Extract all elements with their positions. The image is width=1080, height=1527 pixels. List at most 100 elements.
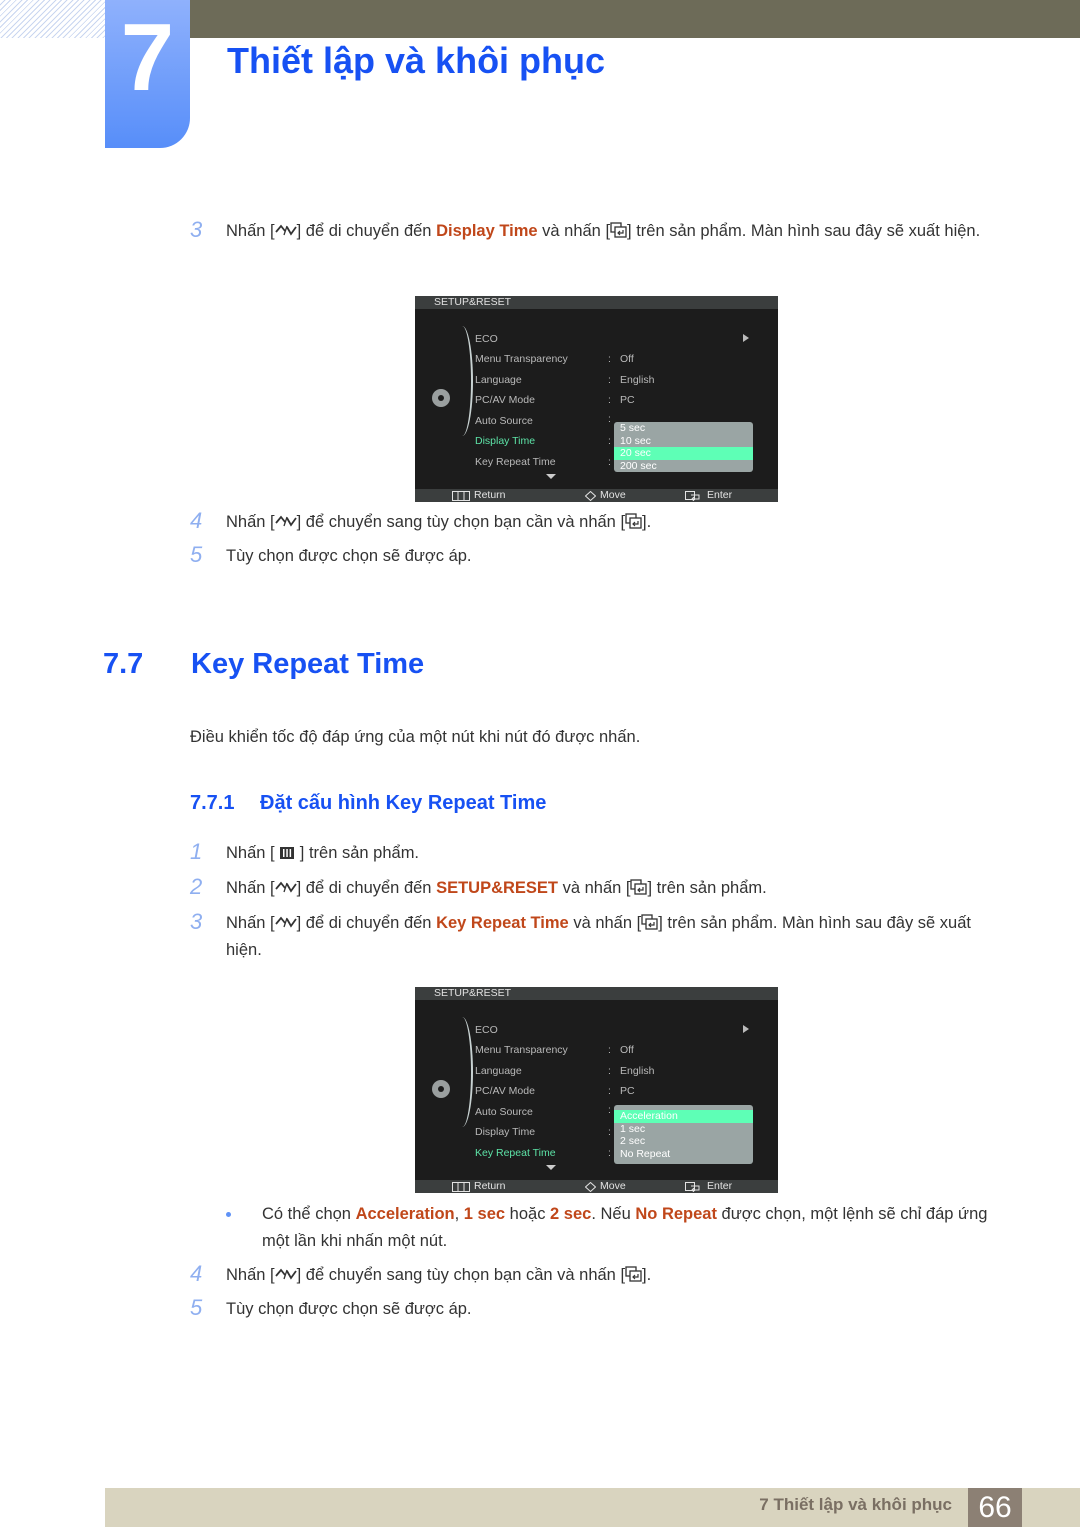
highlight-2-sec: 2 sec: [550, 1205, 592, 1223]
step-text: Nhấn [: [226, 879, 275, 897]
osd-item-menu-transparency[interactable]: Menu Transparency: [475, 1042, 568, 1058]
separator: :: [608, 1085, 611, 1097]
osd-option[interactable]: No Repeat: [614, 1148, 753, 1161]
osd-screen-key-repeat-time: SETUP&RESET ECO Menu Transparency : Off …: [415, 987, 778, 1193]
separator: :: [608, 374, 611, 386]
step-text: Tùy chọn được chọn sẽ được áp.: [226, 547, 472, 565]
osd-option[interactable]: 200 sec: [614, 460, 753, 473]
step-text: ] để di chuyển đến: [296, 222, 437, 240]
menu-icon: [280, 847, 295, 859]
up-down-arrows-icon: [274, 1269, 297, 1280]
separator: :: [608, 1147, 611, 1159]
section-heading: 7.7 Key Repeat Time: [103, 648, 424, 681]
osd-item-language[interactable]: Language: [475, 372, 522, 388]
osd-item-display-time[interactable]: Display Time: [475, 1124, 535, 1140]
scroll-down-icon[interactable]: [546, 474, 556, 479]
osd-enter-label: Enter: [707, 489, 733, 501]
osd-value: Off: [620, 353, 634, 365]
osd-option-selected[interactable]: Acceleration: [614, 1110, 753, 1123]
step-5: 5 Tùy chọn được chọn sẽ được áp.: [190, 1295, 1010, 1323]
osd-value: Off: [620, 1044, 634, 1056]
osd-item-auto-source[interactable]: Auto Source: [475, 1104, 533, 1120]
osd-screen-display-time: SETUP&RESET ECO Menu Transparency : Off …: [415, 296, 778, 502]
separator: :: [608, 1104, 611, 1116]
separator: :: [608, 1044, 611, 1056]
gear-icon: [432, 389, 450, 407]
step-number: 3: [190, 909, 203, 934]
osd-option[interactable]: 1 sec: [614, 1123, 753, 1136]
step-text: ] trên sản phẩm.: [295, 844, 420, 862]
note-text: ,: [454, 1205, 464, 1223]
osd-option[interactable]: 5 sec: [614, 422, 753, 435]
osd-item-key-repeat-time[interactable]: Key Repeat Time: [475, 1145, 556, 1161]
osd-item-language[interactable]: Language: [475, 1063, 522, 1079]
up-down-arrows-icon: [274, 882, 297, 893]
menu-icon: [452, 491, 470, 501]
chevron-right-icon: [743, 334, 749, 342]
osd-option[interactable]: 10 sec: [614, 435, 753, 448]
bullet-icon: [226, 1212, 231, 1217]
osd-option[interactable]: 2 sec: [614, 1135, 753, 1148]
osd-title: SETUP&RESET: [415, 296, 778, 309]
osd-item-key-repeat-time[interactable]: Key Repeat Time: [475, 454, 556, 470]
step-text: ] để di chuyển đến: [296, 879, 437, 897]
scroll-down-icon[interactable]: [546, 1165, 556, 1170]
osd-dropdown[interactable]: Acceleration 1 sec 2 sec No Repeat: [614, 1105, 753, 1164]
osd-item-pc-av-mode[interactable]: PC/AV Mode: [475, 1083, 535, 1099]
osd-item-display-time[interactable]: Display Time: [475, 433, 535, 449]
step-text: ] để chuyển sang tùy chọn bạn cần và nhấ…: [296, 513, 626, 531]
osd-dropdown[interactable]: 5 sec 10 sec 20 sec 200 sec: [614, 422, 753, 472]
highlight-display-time: Display Time: [436, 222, 538, 240]
osd-item-menu-transparency[interactable]: Menu Transparency: [475, 351, 568, 367]
osd-move-label: Move: [600, 1180, 626, 1192]
osd-value: PC: [620, 1085, 635, 1097]
osd-return-label: Return: [474, 489, 506, 501]
enter-icon: [641, 914, 658, 930]
step-number: 1: [190, 839, 203, 864]
step-4: 4 Nhấn [] để chuyển sang tùy chọn bạn cầ…: [190, 1261, 1010, 1289]
osd-item-eco[interactable]: ECO: [475, 1022, 498, 1038]
move-icon: [585, 1182, 596, 1192]
step-number: 2: [190, 874, 203, 899]
separator: :: [608, 394, 611, 406]
move-icon: [585, 491, 596, 501]
subsection-title: Đặt cấu hình Key Repeat Time: [260, 792, 547, 814]
chevron-right-icon: [743, 1025, 749, 1033]
osd-value: PC: [620, 394, 635, 406]
step-text: Nhấn [: [226, 914, 275, 932]
note-bullet: Có thể chọn Acceleration, 1 sec hoặc 2 s…: [226, 1201, 1006, 1255]
page-number: 66: [968, 1488, 1022, 1527]
up-down-arrows-icon: [274, 917, 297, 928]
osd-title: SETUP&RESET: [415, 987, 778, 1000]
osd-arc-decoration: [455, 1017, 473, 1127]
chapter-tab: 7: [105, 0, 190, 148]
section-description: Điều khiển tốc độ đáp ứng của một nút kh…: [190, 728, 641, 746]
step-number: 5: [190, 1295, 203, 1320]
note-text: Có thể chọn: [262, 1205, 356, 1223]
chapter-title: Thiết lập và khôi phục: [227, 40, 606, 81]
osd-value: English: [620, 1065, 655, 1077]
subsection-heading: 7.7.1 Đặt cấu hình Key Repeat Time: [190, 792, 546, 815]
highlight-no-repeat: No Repeat: [635, 1205, 717, 1223]
step-2: 2 Nhấn [] để di chuyển đến SETUP&RESET v…: [190, 874, 1010, 902]
highlight-1-sec: 1 sec: [463, 1205, 506, 1223]
step-text: ].: [642, 1266, 652, 1284]
step-text: Tùy chọn được chọn sẽ được áp.: [226, 1300, 472, 1318]
gear-icon: [432, 1080, 450, 1098]
osd-item-pc-av-mode[interactable]: PC/AV Mode: [475, 392, 535, 408]
step-text: ] để di chuyển đến: [296, 914, 437, 932]
highlight-acceleration: Acceleration: [355, 1205, 455, 1223]
step-text: Nhấn [: [226, 1266, 275, 1284]
osd-option-selected[interactable]: 20 sec: [614, 447, 753, 460]
separator: :: [608, 1065, 611, 1077]
step-text: ] để chuyển sang tùy chọn bạn cần và nhấ…: [296, 1266, 626, 1284]
note-text: . Nếu: [591, 1205, 636, 1223]
section-number: 7.7: [103, 648, 144, 680]
osd-enter-label: Enter: [707, 1180, 733, 1192]
osd-footer: Return Move Enter: [415, 489, 778, 502]
step-1: 1 Nhấn [ ] trên sản phẩm.: [190, 839, 1010, 867]
osd-item-auto-source[interactable]: Auto Source: [475, 413, 533, 429]
osd-item-eco[interactable]: ECO: [475, 331, 498, 347]
footer-chapter-label: 7 Thiết lập và khôi phục: [759, 1495, 952, 1514]
highlight-setup-reset: SETUP&RESET: [436, 879, 558, 897]
